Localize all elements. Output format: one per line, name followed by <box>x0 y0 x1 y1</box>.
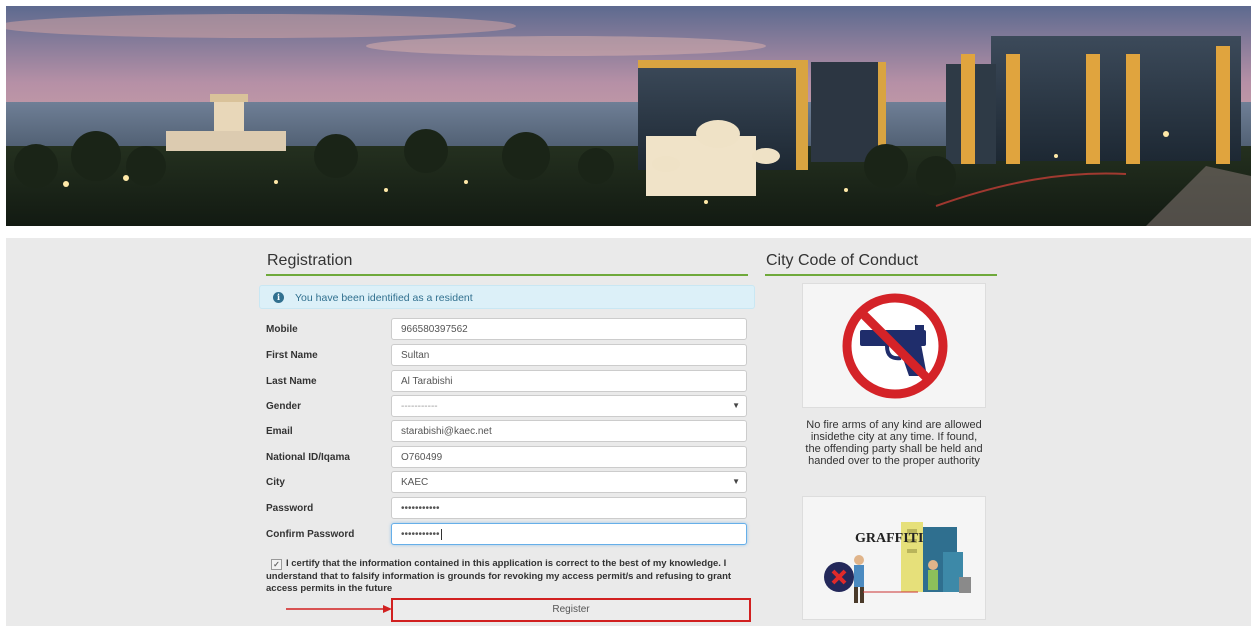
chevron-down-icon: ▼ <box>732 401 740 410</box>
password-input[interactable]: ••••••••••• <box>391 497 747 519</box>
confirm-password-input[interactable]: ••••••••••• <box>391 523 747 545</box>
password-label: Password <box>266 503 314 514</box>
confirm-password-value: ••••••••••• <box>401 529 440 541</box>
code-of-conduct-divider <box>765 274 997 276</box>
gender-select[interactable]: ----------- ▼ <box>391 395 747 417</box>
register-button[interactable]: Register <box>391 598 751 622</box>
first-name-input[interactable]: Sultan <box>391 344 747 366</box>
hero-banner <box>6 6 1251 226</box>
registration-divider <box>266 274 748 276</box>
hero-image <box>6 6 1251 226</box>
code-of-conduct-title: City Code of Conduct <box>766 252 919 269</box>
first-name-label: First Name <box>266 350 318 361</box>
no-firearms-text: No fire arms of any kind are allowed ins… <box>805 419 983 467</box>
last-name-input[interactable]: Al Tarabishi <box>391 370 747 392</box>
graffiti-sign-text: GRAFFITI <box>855 531 923 546</box>
no-graffiti-card: GRAFFITI <box>802 496 986 620</box>
first-name-row: First Name Sultan <box>266 344 748 366</box>
city-select-value: KAEC <box>401 477 429 488</box>
text-cursor <box>440 529 442 540</box>
password-row: Password ••••••••••• <box>266 497 748 519</box>
arrow-right-icon <box>286 605 392 613</box>
national-id-input[interactable]: O760499 <box>391 446 747 468</box>
city-row: City KAEC ▼ <box>266 471 748 493</box>
email-input[interactable]: starabishi@kaec.net <box>391 420 747 442</box>
last-name-label: Last Name <box>266 376 317 387</box>
certification-statement: ✓ I certify that the information containe… <box>266 558 744 596</box>
mobile-row: Mobile 966580397562 <box>266 318 748 340</box>
chevron-down-icon: ▼ <box>732 477 740 486</box>
gender-row: Gender ----------- ▼ <box>266 395 748 417</box>
mobile-label: Mobile <box>266 324 298 335</box>
certify-text: I certify that the information contained… <box>266 558 732 594</box>
mobile-input[interactable]: 966580397562 <box>391 318 747 340</box>
gender-select-value: ----------- <box>401 401 438 412</box>
email-row: Email starabishi@kaec.net <box>266 420 748 442</box>
confirm-password-row: Confirm Password ••••••••••• <box>266 523 748 545</box>
city-select[interactable]: KAEC ▼ <box>391 471 747 493</box>
no-firearms-icon <box>842 293 948 399</box>
last-name-row: Last Name Al Tarabishi <box>266 370 748 392</box>
alert-text: You have been identified as a resident <box>295 292 473 304</box>
registration-title: Registration <box>267 252 353 269</box>
content-area: Registration i You have been identified … <box>6 238 1251 626</box>
national-id-row: National ID/Iqama O760499 <box>266 446 748 468</box>
no-firearms-card <box>802 283 986 408</box>
city-label: City <box>266 477 285 488</box>
confirm-password-label: Confirm Password <box>266 529 355 540</box>
email-label: Email <box>266 426 293 437</box>
no-graffiti-icon: GRAFFITI <box>824 522 971 603</box>
resident-alert: i You have been identified as a resident <box>259 285 755 309</box>
gender-label: Gender <box>266 401 302 412</box>
info-icon: i <box>273 292 284 303</box>
national-id-label: National ID/Iqama <box>266 452 350 463</box>
certify-checkbox[interactable]: ✓ <box>271 559 282 570</box>
